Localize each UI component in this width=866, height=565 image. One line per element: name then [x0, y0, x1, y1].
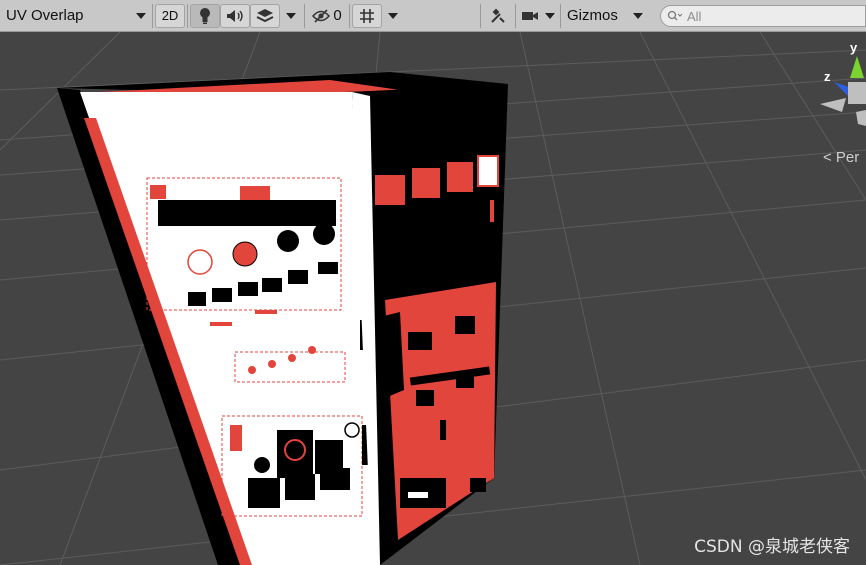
uv-region — [255, 310, 277, 314]
grid-icon — [360, 8, 374, 23]
uv-knob — [232, 241, 258, 267]
uv-knob — [313, 223, 335, 245]
uv-region — [288, 270, 308, 284]
uv-region — [375, 175, 405, 205]
toggle-2d-button[interactable]: 2D — [155, 3, 185, 28]
uv-knob — [187, 249, 213, 275]
gizmos-label: Gizmos — [567, 7, 618, 24]
tools-button[interactable] — [483, 4, 513, 28]
uv-cube-mesh[interactable] — [57, 72, 508, 565]
uv-region — [408, 332, 432, 350]
scene-viewport[interactable]: y z < Per CSDN @泉城老侠客 — [0, 32, 866, 565]
uv-region — [490, 200, 494, 222]
search-placeholder: All — [687, 8, 702, 24]
uv-region — [248, 478, 280, 508]
uv-region — [320, 468, 350, 490]
uv-region — [262, 278, 282, 292]
separator — [480, 3, 481, 28]
effects-toggle[interactable] — [250, 3, 280, 28]
lightbulb-icon — [200, 7, 210, 24]
grid-dropdown[interactable] — [382, 4, 404, 28]
separator — [560, 3, 561, 28]
audio-toggle[interactable] — [220, 3, 250, 28]
layers-icon — [256, 8, 274, 22]
uv-knob — [254, 457, 270, 473]
y-axis-cone[interactable] — [850, 56, 864, 78]
search-icon — [667, 10, 683, 21]
separator — [349, 3, 350, 28]
uv-knob — [277, 230, 299, 252]
uv-knob — [288, 354, 296, 362]
uv-region — [447, 162, 473, 192]
uv-region — [238, 282, 258, 296]
uv-region — [456, 374, 474, 388]
chevron-down-icon — [633, 12, 643, 19]
uv-region — [240, 186, 270, 200]
camera-dropdown[interactable] — [542, 4, 558, 28]
neg-y-axis-cone[interactable] — [856, 110, 866, 126]
separator — [187, 3, 188, 28]
uv-knob — [248, 366, 256, 374]
uv-region — [408, 492, 428, 498]
uv-region — [318, 262, 338, 274]
uv-knob — [268, 360, 276, 368]
speaker-icon — [227, 9, 243, 22]
uv-region — [412, 168, 440, 198]
uv-region — [477, 155, 499, 187]
camera-button[interactable] — [518, 4, 542, 28]
separator — [515, 3, 516, 28]
effects-dropdown[interactable] — [280, 4, 302, 28]
uv-region — [158, 200, 336, 226]
uv-region — [150, 185, 166, 199]
uv-region — [212, 288, 232, 302]
grid-toggle[interactable] — [352, 3, 382, 28]
separator — [152, 3, 153, 28]
hidden-count: 0 — [333, 7, 342, 24]
eye-slash-icon — [312, 8, 331, 23]
chevron-down-icon — [286, 12, 296, 19]
cube-front-face — [80, 92, 380, 565]
tools-icon — [491, 8, 505, 23]
x-axis-cone[interactable] — [820, 98, 846, 112]
search-input[interactable]: All — [660, 5, 866, 27]
uv-region — [440, 420, 446, 440]
toggle-2d-label: 2D — [161, 8, 179, 23]
scene-canvas — [0, 32, 866, 565]
uv-region — [455, 316, 475, 334]
draw-mode-label: UV Overlap — [6, 7, 84, 24]
chevron-down-icon — [388, 12, 398, 19]
uv-region — [230, 425, 242, 451]
gizmos-dropdown[interactable]: Gizmos — [563, 4, 647, 28]
hidden-objects-toggle[interactable]: 0 — [307, 4, 347, 28]
uv-region — [188, 292, 206, 306]
camera-icon — [522, 11, 538, 20]
uv-knob — [344, 422, 360, 438]
uv-region — [470, 478, 486, 492]
gizmo-y-label: y — [850, 40, 858, 55]
gizmo-center-cube[interactable] — [848, 82, 866, 104]
watermark-text: CSDN @泉城老侠客 — [694, 537, 850, 557]
uv-region — [416, 390, 434, 406]
uv-knob — [308, 346, 316, 354]
orientation-gizmo[interactable] — [820, 56, 866, 126]
uv-region — [376, 312, 404, 400]
separator — [304, 3, 305, 28]
lighting-toggle[interactable] — [190, 3, 220, 28]
chevron-down-icon — [545, 12, 555, 19]
uv-knob — [284, 439, 306, 461]
projection-toggle[interactable]: < Per — [823, 149, 859, 166]
uv-region — [285, 474, 315, 500]
draw-mode-dropdown[interactable]: UV Overlap — [0, 4, 150, 28]
gizmo-z-label: z — [824, 69, 831, 84]
chevron-down-icon — [136, 12, 146, 19]
uv-region — [210, 322, 232, 326]
